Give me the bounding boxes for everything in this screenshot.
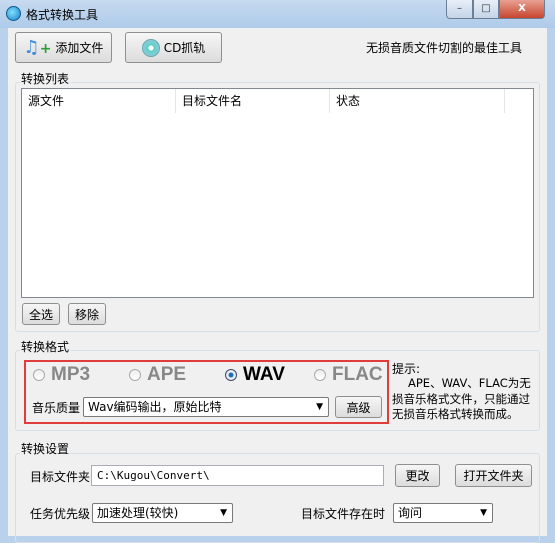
radio-icon bbox=[129, 369, 141, 381]
window-title: 格式转换工具 bbox=[26, 8, 99, 22]
chevron-down-icon: ▼ bbox=[316, 402, 323, 412]
folder-input[interactable]: C:\Kugou\Convert\ bbox=[91, 465, 384, 486]
radio-mp3[interactable]: MP3 bbox=[33, 364, 90, 386]
music-file-add-icon: ♫+ bbox=[23, 37, 52, 58]
app-icon bbox=[6, 6, 21, 21]
priority-select[interactable]: 加速处理(较快) ▼ bbox=[92, 503, 233, 523]
cd-hand-icon bbox=[141, 38, 160, 57]
hint-title: 提示: bbox=[392, 362, 421, 376]
change-button[interactable]: 更改 bbox=[395, 464, 440, 487]
minimize-button[interactable]: – bbox=[446, 0, 473, 19]
remove-button[interactable]: 移除 bbox=[68, 303, 106, 325]
radio-flac[interactable]: FLAC bbox=[314, 364, 383, 386]
file-list[interactable]: 源文件 目标文件名 状态 bbox=[21, 88, 534, 298]
quality-label: 音乐质量 bbox=[32, 401, 81, 415]
radio-icon bbox=[314, 369, 326, 381]
maximize-button[interactable]: □ bbox=[473, 0, 499, 19]
folder-label: 目标文件夹 bbox=[30, 470, 91, 484]
column-source-file[interactable]: 源文件 bbox=[22, 89, 176, 113]
conversion-list-label: 转换列表 bbox=[20, 70, 71, 87]
radio-icon bbox=[33, 369, 45, 381]
hint-text: APE、WAV、FLAC为无损音乐格式文件，只能通过无损音乐格式转换而成。 bbox=[392, 376, 531, 421]
radio-ape[interactable]: APE bbox=[129, 364, 186, 386]
select-all-button[interactable]: 全选 bbox=[22, 303, 60, 325]
column-target-name[interactable]: 目标文件名 bbox=[176, 89, 330, 113]
exists-select[interactable]: 询问 ▼ bbox=[393, 503, 493, 523]
column-status[interactable]: 状态 bbox=[330, 89, 505, 113]
advanced-button[interactable]: 高级 bbox=[335, 396, 382, 418]
chevron-down-icon: ▼ bbox=[220, 508, 227, 518]
close-button[interactable]: X bbox=[499, 0, 545, 19]
priority-label: 任务优先级 bbox=[30, 507, 91, 521]
open-folder-button[interactable]: 打开文件夹 bbox=[455, 464, 532, 487]
settings-label: 转换设置 bbox=[20, 440, 71, 457]
add-file-button[interactable]: ♫+ 添加文件 bbox=[15, 32, 112, 63]
exists-label: 目标文件存在时 bbox=[301, 507, 386, 521]
tagline: 无损音质文件切割的最佳工具 bbox=[366, 41, 523, 55]
format-label: 转换格式 bbox=[20, 338, 71, 355]
radio-selected-icon bbox=[225, 369, 237, 381]
chevron-down-icon: ▼ bbox=[480, 508, 487, 518]
quality-select[interactable]: Wav编码输出，原始比特 ▼ bbox=[83, 397, 329, 417]
cd-rip-button[interactable]: CD抓轨 bbox=[125, 32, 222, 63]
radio-wav[interactable]: WAV bbox=[225, 364, 285, 386]
